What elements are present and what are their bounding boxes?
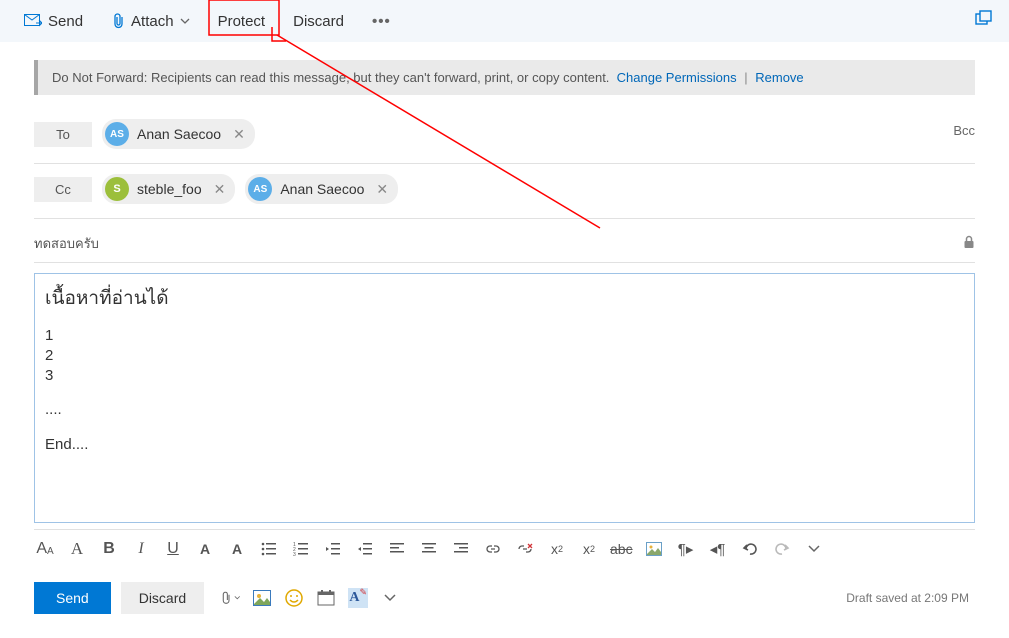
subject-text[interactable]: ทดสอบครับ [34, 233, 99, 254]
avatar: S [105, 177, 129, 201]
cc-row: Cc S steble_foo ✕ AS Anan Saecoo ✕ [34, 164, 975, 219]
align-center-button[interactable] [418, 538, 440, 560]
recipient-name: Anan Saecoo [137, 126, 221, 142]
ellipsis-icon: ••• [372, 13, 391, 30]
more-actions-button[interactable]: ••• [358, 7, 405, 36]
send-icon [24, 14, 42, 28]
font-size-button[interactable]: AA [34, 538, 56, 560]
discard-label: Discard [293, 13, 344, 30]
chevron-down-icon [180, 18, 190, 24]
send-button-bottom[interactable]: Send [34, 582, 111, 614]
discard-button-bottom[interactable]: Discard [121, 582, 204, 614]
insert-picture-button[interactable] [252, 588, 272, 608]
align-right-button[interactable] [450, 538, 472, 560]
format-more-button[interactable] [803, 538, 825, 560]
remove-link-button[interactable] [514, 538, 536, 560]
attach-menu-button[interactable] [220, 588, 240, 608]
align-left-button[interactable] [386, 538, 408, 560]
undo-button[interactable] [739, 538, 761, 560]
subscript-button[interactable]: x2 [578, 538, 600, 560]
font-family-button[interactable]: A [66, 538, 88, 560]
recipient-area: To AS Anan Saecoo ✕ Bcc Cc S steble_foo … [34, 109, 975, 219]
svg-text:3: 3 [293, 552, 296, 556]
rtl-button[interactable]: ◂¶ [707, 538, 729, 560]
recipient-name: Anan Saecoo [280, 181, 364, 197]
outdent-button[interactable] [322, 538, 344, 560]
message-body[interactable]: เนื้อหาที่อ่านได้ 1 2 3 .... End.... [34, 273, 975, 523]
top-toolbar: Send Attach Protect Discard ••• [0, 0, 1009, 42]
body-heading: เนื้อหาที่อ่านได้ [45, 286, 964, 312]
open-new-window-button[interactable] [975, 10, 993, 29]
to-button[interactable]: To [34, 122, 92, 147]
draft-status: Draft saved at 2:09 PM [846, 591, 975, 605]
underline-button[interactable]: U [162, 538, 184, 560]
separator: | [740, 70, 751, 85]
compose-icons: A✎ [220, 588, 400, 608]
remove-chip-icon[interactable]: ✕ [229, 126, 245, 143]
format-pane-button[interactable]: A✎ [348, 588, 368, 608]
change-permissions-link[interactable]: Change Permissions [617, 70, 737, 85]
bold-button[interactable]: B [98, 538, 120, 560]
protection-banner: Do Not Forward: Recipients can read this… [34, 60, 975, 95]
protect-button[interactable]: Protect [204, 7, 280, 36]
redo-button[interactable] [771, 538, 793, 560]
lock-icon [963, 235, 975, 252]
compose-more-button[interactable] [380, 588, 400, 608]
recipient-chip[interactable]: S steble_foo ✕ [102, 174, 235, 204]
protect-label: Protect [218, 13, 266, 30]
body-line: 2 [45, 346, 964, 366]
to-row: To AS Anan Saecoo ✕ Bcc [34, 109, 975, 164]
emoji-button[interactable] [284, 588, 304, 608]
avatar: AS [248, 177, 272, 201]
body-line: .... [45, 400, 964, 420]
insert-image-button[interactable] [643, 538, 665, 560]
paperclip-icon [111, 13, 125, 29]
send-button[interactable]: Send [10, 7, 97, 36]
calendar-button[interactable] [316, 588, 336, 608]
send-label: Send [48, 13, 83, 30]
avatar: AS [105, 122, 129, 146]
font-color-button[interactable]: A [226, 538, 248, 560]
remove-protection-link[interactable]: Remove [755, 70, 803, 85]
remove-chip-icon[interactable]: ✕ [210, 181, 226, 198]
new-window-icon [975, 10, 993, 26]
insert-link-button[interactable] [482, 538, 504, 560]
superscript-button[interactable]: x2 [546, 538, 568, 560]
ltr-button[interactable]: ¶▸ [675, 538, 697, 560]
remove-chip-icon[interactable]: ✕ [372, 181, 388, 198]
highlight-button[interactable]: A [194, 538, 216, 560]
subject-row: ทดสอบครับ [34, 233, 975, 263]
recipient-name: steble_foo [137, 181, 202, 197]
attach-label: Attach [131, 13, 174, 30]
indent-button[interactable] [354, 538, 376, 560]
attach-button[interactable]: Attach [97, 7, 204, 36]
strikethrough-button[interactable]: abc [610, 538, 633, 560]
banner-text: Do Not Forward: Recipients can read this… [52, 70, 609, 85]
bottom-bar: Send Discard A✎ Draft saved at 2:09 PM [34, 576, 975, 624]
discard-button[interactable]: Discard [279, 7, 358, 36]
cc-button[interactable]: Cc [34, 177, 92, 202]
format-toolbar: AA A B I U A A 123 x2 x2 abc ¶▸ ◂¶ [34, 529, 975, 566]
bullets-button[interactable] [258, 538, 280, 560]
recipient-chip[interactable]: AS Anan Saecoo ✕ [102, 119, 255, 149]
recipient-chip[interactable]: AS Anan Saecoo ✕ [245, 174, 398, 204]
body-line: 1 [45, 326, 964, 346]
numbered-list-button[interactable]: 123 [290, 538, 312, 560]
body-line: End.... [45, 435, 964, 455]
bcc-toggle[interactable]: Bcc [953, 123, 975, 138]
italic-button[interactable]: I [130, 538, 152, 560]
body-line: 3 [45, 366, 964, 386]
